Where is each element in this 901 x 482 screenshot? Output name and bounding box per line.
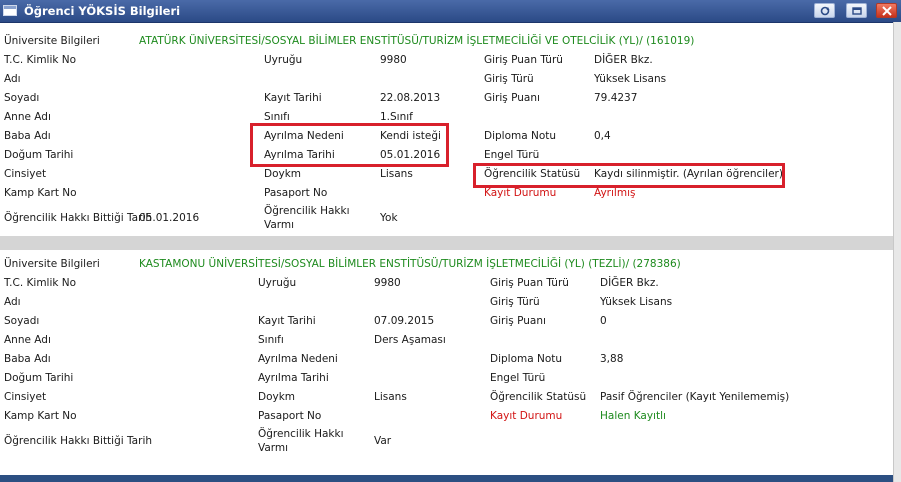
label-soyadi: Soyadı <box>4 315 40 327</box>
label-kayit-durumu: Kayıt Durumu <box>484 187 557 199</box>
hak-varmi-value: Var <box>374 435 392 447</box>
window-title: Öğrenci YÖKSİS Bilgileri <box>24 4 181 18</box>
record-1: Üniversite Bilgileri ATATÜRK ÜNİVERSİTES… <box>0 22 893 236</box>
label-universite: Üniversite Bilgileri <box>4 35 100 47</box>
bottom-panel-edge <box>0 475 893 482</box>
statusu-value: Pasif Öğrenciler (Kayıt Yenilememiş) <box>600 391 790 403</box>
sinifi-value: Ders Aşaması <box>374 334 446 346</box>
kayit-durumu-value: Ayrılmış <box>594 187 636 199</box>
giris-puani-value: 0 <box>600 315 607 327</box>
label-universite: Üniversite Bilgileri <box>4 258 100 270</box>
label-giris-puani: Giriş Puanı <box>490 315 546 327</box>
refresh-icon <box>820 6 830 16</box>
label-statusu: Öğrencilik Statüsü <box>490 391 587 403</box>
close-button[interactable] <box>876 3 897 18</box>
redacted-area <box>132 268 212 408</box>
label-sinifi: Sınıfı <box>258 334 284 346</box>
label-hak-varmi-1: Öğrencilik Hakkı <box>264 205 350 217</box>
hak-varmi-value: Yok <box>380 212 398 224</box>
label-tc: T.C. Kimlik No <box>4 54 77 66</box>
label-anne: Anne Adı <box>4 334 51 346</box>
restore-button[interactable] <box>846 3 867 18</box>
university-value: ATATÜRK ÜNİVERSİTESİ/SOSYAL BİLİMLER ENS… <box>139 35 695 47</box>
giris-turu-value: Yüksek Lisans <box>594 73 667 85</box>
label-doykm: Doykm <box>258 391 296 403</box>
highlight-ayrilma <box>250 123 449 167</box>
giris-puani-value: 79.4237 <box>594 92 638 104</box>
label-uyrugu: Uyruğu <box>258 277 297 289</box>
label-ayrilma-nedeni: Ayrılma Nedeni <box>258 353 338 365</box>
uyrugu-value: 9980 <box>380 54 407 66</box>
label-dogum: Doğum Tarihi <box>4 372 74 384</box>
label-hak-bitti: Öğrencilik Hakkı Bittiği Tarih <box>4 212 153 224</box>
record-separator <box>0 236 893 250</box>
label-doykm: Doykm <box>264 168 302 180</box>
uyrugu-value: 9980 <box>374 277 401 289</box>
label-hak-varmi-2: Varmı <box>258 442 289 454</box>
label-adi: Adı <box>4 296 21 308</box>
label-adi: Adı <box>4 73 21 85</box>
kayit-durumu-value: Halen Kayıtlı <box>600 410 666 422</box>
window-titlebar: Öğrenci YÖKSİS Bilgileri <box>0 0 901 23</box>
university-value: KASTAMONU ÜNİVERSİTESİ/SOSYAL BİLİMLER E… <box>139 258 681 270</box>
doykm-value: Lisans <box>374 391 407 403</box>
doykm-value: Lisans <box>380 168 413 180</box>
label-kamp: Kamp Kart No <box>4 187 77 199</box>
label-sinifi: Sınıfı <box>264 111 290 123</box>
label-hak-varmi-1: Öğrencilik Hakkı <box>258 428 344 440</box>
label-hak-bitti: Öğrencilik Hakkı Bittiği Tarih <box>4 435 153 447</box>
label-baba: Baba Adı <box>4 130 51 142</box>
label-giris-puan-turu: Giriş Puan Türü <box>484 54 563 66</box>
restore-icon <box>852 7 862 15</box>
giris-turu-value: Yüksek Lisans <box>600 296 673 308</box>
highlight-statusu <box>473 163 785 188</box>
label-tc: T.C. Kimlik No <box>4 277 77 289</box>
kayit-tarihi-value: 22.08.2013 <box>380 92 441 104</box>
label-hak-varmi-2: Varmı <box>264 219 295 231</box>
giris-puan-turu-value: DİĞER Bkz. <box>594 54 653 66</box>
label-diploma-notu: Diploma Notu <box>490 353 563 365</box>
label-kayit-tarihi: Kayıt Tarihi <box>258 315 316 327</box>
close-icon <box>882 6 892 16</box>
label-uyrugu: Uyruğu <box>264 54 303 66</box>
label-ayrilma-tarihi: Ayrılma Tarihi <box>258 372 329 384</box>
label-engel-turu: Engel Türü <box>484 149 540 161</box>
label-kayit-tarihi: Kayıt Tarihi <box>264 92 322 104</box>
sinifi-value: 1.Sınıf <box>380 111 413 123</box>
label-giris-puani: Giriş Puanı <box>484 92 540 104</box>
window-icon <box>3 5 17 16</box>
label-giris-turu: Giriş Türü <box>490 296 540 308</box>
label-anne: Anne Adı <box>4 111 51 123</box>
diploma-notu-value: 3,88 <box>600 353 624 365</box>
label-pasaport: Pasaport No <box>258 410 322 422</box>
label-cinsiyet: Cinsiyet <box>4 391 47 403</box>
label-diploma-notu: Diploma Notu <box>484 130 557 142</box>
label-giris-turu: Giriş Türü <box>484 73 534 85</box>
label-engel-turu: Engel Türü <box>490 372 546 384</box>
label-pasaport: Pasaport No <box>264 187 328 199</box>
refresh-button[interactable] <box>814 3 835 18</box>
hak-bitti-value: 05.01.2016 <box>139 212 200 224</box>
label-baba: Baba Adı <box>4 353 51 365</box>
label-dogum: Doğum Tarihi <box>4 149 74 161</box>
label-cinsiyet: Cinsiyet <box>4 168 47 180</box>
label-giris-puan-turu: Giriş Puan Türü <box>490 277 569 289</box>
record-2: Üniversite Bilgileri KASTAMONU ÜNİVERSİT… <box>0 250 893 475</box>
vertical-scrollbar[interactable] <box>893 22 901 482</box>
label-kayit-durumu: Kayıt Durumu <box>490 410 563 422</box>
kayit-tarihi-value: 07.09.2015 <box>374 315 435 327</box>
diploma-notu-value: 0,4 <box>594 130 611 142</box>
label-soyadi: Soyadı <box>4 92 40 104</box>
label-kamp: Kamp Kart No <box>4 410 77 422</box>
giris-puan-turu-value: DİĞER Bkz. <box>600 277 659 289</box>
